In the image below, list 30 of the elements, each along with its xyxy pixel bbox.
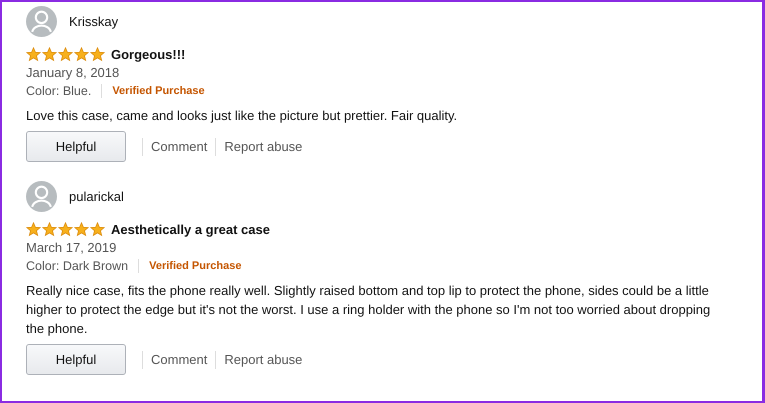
star-icon xyxy=(74,47,89,62)
review-date: January 8, 2018 xyxy=(26,65,120,80)
star-icon xyxy=(90,222,105,237)
star-icon xyxy=(26,222,41,237)
star-icon xyxy=(90,47,105,62)
review-date: March 17, 2019 xyxy=(26,240,118,255)
review-title[interactable]: Aesthetically a great case xyxy=(111,222,270,237)
review-title[interactable]: Gorgeous!!! xyxy=(111,47,186,62)
helpful-button[interactable]: Helpful xyxy=(26,131,126,162)
avatar-icon xyxy=(26,6,57,36)
star-icon xyxy=(74,222,89,237)
report-abuse-link[interactable]: Report abuse xyxy=(224,352,302,367)
verified-purchase-label: Verified Purchase xyxy=(149,260,242,272)
author-name: pularickal xyxy=(69,188,124,204)
review-text: Really nice case, fits the phone really well. Slightly raised bottom and top lip to protect the phone, sides could be a little higher to protect the edge but it's not the worst. I use a ring holder with the phone so I'm not too worried about dropping the phone. xyxy=(26,282,712,338)
comment-link[interactable]: Comment xyxy=(151,352,208,367)
report-abuse-link[interactable]: Report abuse xyxy=(224,139,302,154)
star-icon xyxy=(58,47,73,62)
product-variant[interactable]: Color: Blue. xyxy=(26,84,92,98)
star-icon xyxy=(26,47,41,62)
star-icon xyxy=(42,222,57,237)
helpful-button[interactable]: Helpful xyxy=(26,344,126,375)
star-icon xyxy=(42,47,57,62)
author-name: Krisskay xyxy=(69,14,118,28)
review-text: Love this case, came and looks just like the picture but prettier. Fair quality. xyxy=(26,107,458,125)
avatar-icon xyxy=(26,180,57,212)
verified-purchase-label: Verified Purchase xyxy=(112,85,205,97)
product-variant[interactable]: Color: Dark Brown xyxy=(26,259,128,273)
comment-link[interactable]: Comment xyxy=(151,139,208,154)
star-icon xyxy=(58,222,73,237)
